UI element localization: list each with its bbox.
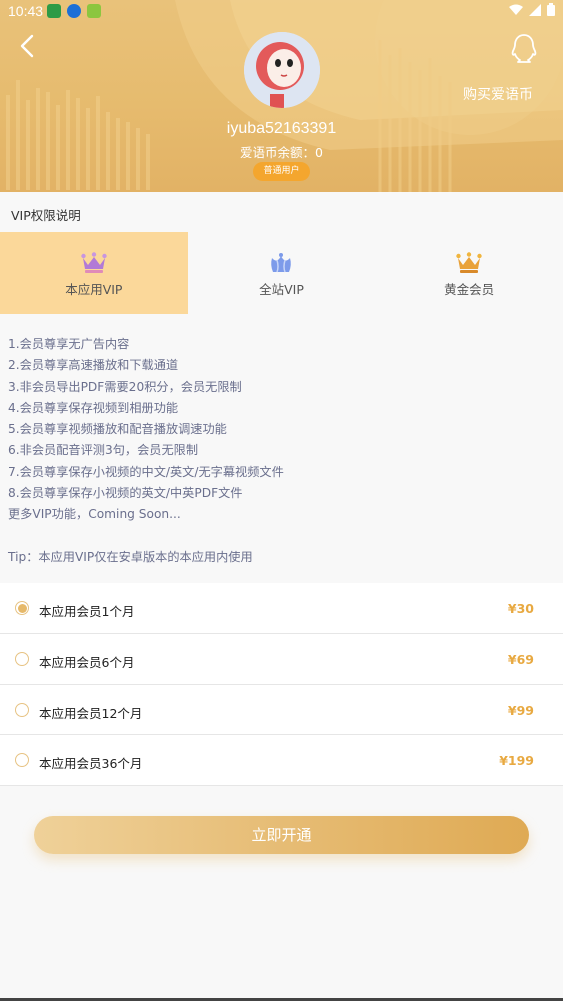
coin-balance: 爱语币余额：0 <box>240 145 323 160</box>
username: iyuba52163391 <box>226 120 337 137</box>
qq-button[interactable] <box>508 32 540 64</box>
plan-radio[interactable] <box>15 753 29 768</box>
plan-name: 本应用会员12个月 <box>39 705 143 721</box>
buy-coin-link[interactable]: 购买爱语币 <box>463 84 533 104</box>
plan-option[interactable]: 本应用会员1个月 ¥30 <box>0 583 563 634</box>
avatar[interactable] <box>244 32 320 108</box>
feature-item: 5.会员尊享视频播放和配音播放调速功能 <box>8 422 227 437</box>
feature-item: 8.会员尊享保存小视频的英文/中英PDF文件 <box>8 486 243 501</box>
plan-price: ¥69 <box>507 651 534 667</box>
plan-name: 本应用会员36个月 <box>39 756 143 772</box>
back-button[interactable] <box>14 32 42 60</box>
game-notification-icon <box>87 4 101 18</box>
qq-icon <box>511 34 537 63</box>
user-level-badge: 普通用户 <box>253 162 310 181</box>
tab-label: 全站VIP <box>259 282 304 297</box>
crown-gold-icon <box>456 252 482 273</box>
plan-list: 本应用会员1个月 ¥30 本应用会员6个月 ¥69 本应用会员12个月 ¥99 … <box>0 583 563 787</box>
status-time: 10:43 <box>8 3 44 19</box>
crown-blue-icon <box>271 253 292 273</box>
tab-gold-member[interactable]: 黄金会员 <box>375 232 563 314</box>
plan-option[interactable]: 本应用会员12个月 ¥99 <box>0 685 563 736</box>
plan-option[interactable]: 本应用会员36个月 ¥199 <box>0 735 563 787</box>
section-title: VIP权限说明 <box>11 208 81 223</box>
signal-icon <box>529 3 541 16</box>
feature-item: 2.会员尊享高速播放和下载通道 <box>8 358 179 373</box>
plan-price: ¥30 <box>507 601 534 616</box>
plan-name: 本应用会员1个月 <box>39 604 135 619</box>
paw-notification-icon <box>67 4 81 18</box>
crown-purple-icon <box>81 252 107 273</box>
feature-item: 7.会员尊享保存小视频的中文/英文/无字幕视频文件 <box>8 464 284 479</box>
plan-radio[interactable] <box>15 651 29 666</box>
plan-price: ¥199 <box>499 753 534 769</box>
tab-app-vip[interactable]: 本应用VIP <box>0 232 188 314</box>
tab-label: 黄金会员 <box>444 282 495 297</box>
plan-radio[interactable] <box>15 601 29 615</box>
vip-tip: Tip：本应用VIP仅在安卓版本的本应用内使用 <box>8 550 253 564</box>
vip-feature-list: 1.会员尊享无广告内容 2.会员尊享高速播放和下载通道 3.非会员导出PDF需要… <box>8 334 284 526</box>
battery-icon <box>547 3 555 16</box>
feature-item: 更多VIP功能，Coming Soon... <box>8 507 181 522</box>
status-bar: 10:43 <box>0 0 563 24</box>
plan-radio[interactable] <box>15 702 29 717</box>
open-vip-button[interactable]: 立即开通 <box>34 816 529 854</box>
feature-item: 4.会员尊享保存视频到相册功能 <box>8 400 179 415</box>
plan-price: ¥99 <box>507 702 534 718</box>
feature-item: 6.非会员配音评测3句，会员无限制 <box>8 443 199 458</box>
vip-tabs: 本应用VIP 全站VIP 黄金会员 <box>0 232 563 314</box>
tab-label: 本应用VIP <box>65 282 123 297</box>
chevron-left-icon <box>20 34 34 58</box>
wifi-icon <box>509 4 523 15</box>
tab-site-vip[interactable]: 全站VIP <box>188 232 376 314</box>
plan-name: 本应用会员6个月 <box>39 654 135 670</box>
plan-option[interactable]: 本应用会员6个月 ¥69 <box>0 634 563 685</box>
app-notification-icon <box>47 4 61 18</box>
feature-item: 3.非会员导出PDF需要20积分，会员无限制 <box>8 379 242 394</box>
profile-header: 10:43 购买爱语币 iyuba52163391 爱语币余额：0 普通用户 <box>0 0 563 192</box>
avatar-mascot-icon <box>244 32 320 108</box>
feature-item: 1.会员尊享无广告内容 <box>8 337 130 351</box>
